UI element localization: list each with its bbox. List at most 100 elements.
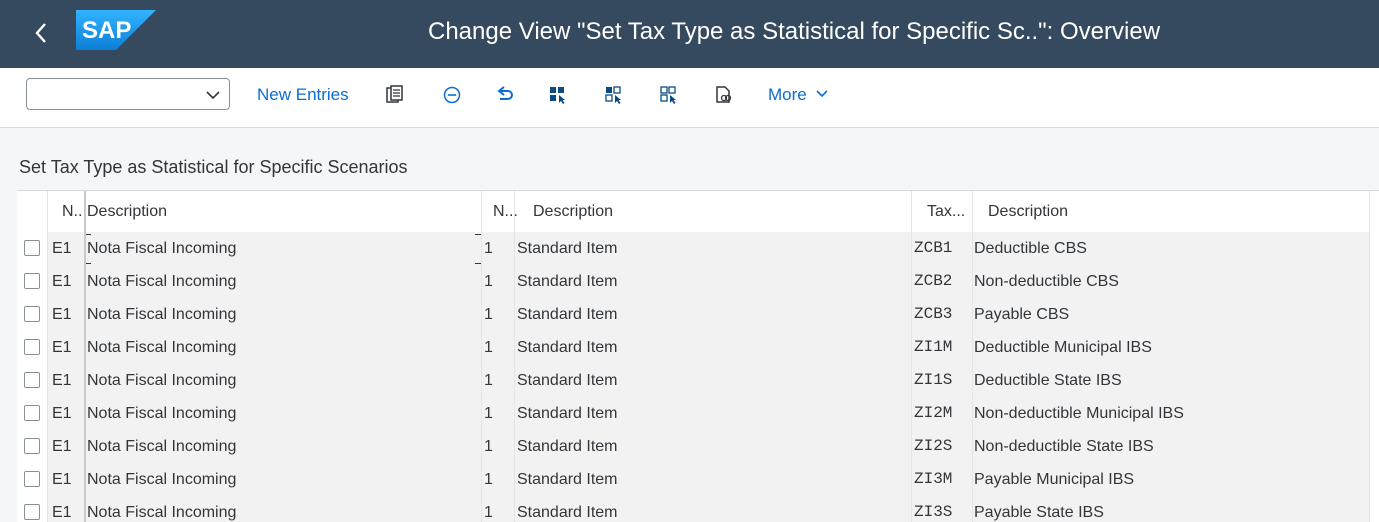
cell-tax-description[interactable]: Payable CBS	[974, 298, 1069, 331]
chevron-down-icon	[206, 91, 220, 100]
row-select-checkbox[interactable]	[24, 306, 40, 322]
cell-scenario-number[interactable]: E1	[52, 331, 72, 364]
cell-tax-description[interactable]: Payable Municipal IBS	[974, 463, 1134, 496]
details-icon[interactable]	[385, 85, 405, 105]
table-row[interactable]: E1 Nota Fiscal Incoming 1 Standard Item ZCB2…	[17, 265, 1379, 299]
cell-scenario-description[interactable]: Nota Fiscal Incoming	[87, 463, 236, 496]
cell-item-number[interactable]: 1	[484, 298, 493, 331]
row-select-checkbox[interactable]	[24, 372, 40, 388]
table-row[interactable]: E1 Nota Fiscal Incoming 1 Standard Item ZI1M…	[17, 331, 1379, 365]
cell-tax-type[interactable]: ZCB3	[914, 298, 952, 331]
delete-icon[interactable]	[442, 85, 462, 105]
cell-scenario-number[interactable]: E1	[52, 265, 72, 298]
row-select-checkbox[interactable]	[24, 405, 40, 421]
cell-tax-description[interactable]: Non-deductible Municipal IBS	[974, 397, 1184, 430]
cell-scenario-description[interactable]: Nota Fiscal Incoming	[87, 496, 236, 522]
cell-item-number[interactable]: 1	[484, 364, 493, 397]
cell-scenario-number[interactable]: E1	[52, 397, 72, 430]
cell-tax-description[interactable]: Deductible State IBS	[974, 364, 1122, 397]
variant-select[interactable]	[26, 78, 230, 110]
column-header-tax-description[interactable]: Description	[988, 191, 1068, 232]
data-table: N... Description N... Description Tax...…	[17, 190, 1379, 522]
cell-tax-description[interactable]: Payable State IBS	[974, 496, 1104, 522]
cell-tax-type[interactable]: ZCB2	[914, 265, 952, 298]
cell-item-description[interactable]: Standard Item	[517, 265, 618, 298]
cell-item-number[interactable]: 1	[484, 232, 493, 265]
cell-scenario-description[interactable]: Nota Fiscal Incoming	[87, 430, 236, 463]
deselect-all-icon[interactable]	[659, 85, 679, 105]
cell-scenario-description[interactable]: Nota Fiscal Incoming	[87, 331, 236, 364]
cell-scenario-number[interactable]: E1	[52, 430, 72, 463]
column-divider	[481, 191, 482, 522]
row-select-checkbox[interactable]	[24, 438, 40, 454]
table-row[interactable]: E1 Nota Fiscal Incoming 1 Standard Item ZCB1…	[17, 232, 1379, 266]
column-header-item-description[interactable]: Description	[533, 191, 613, 232]
cell-item-description[interactable]: Standard Item	[517, 496, 618, 522]
table-row[interactable]: E1 Nota Fiscal Incoming 1 Standard Item ZI1S…	[17, 364, 1379, 398]
more-button[interactable]: More	[768, 78, 829, 112]
cell-scenario-description[interactable]: Nota Fiscal Incoming	[87, 364, 236, 397]
cell-tax-type[interactable]: ZI3S	[914, 496, 952, 522]
cell-item-number[interactable]: 1	[484, 331, 493, 364]
cell-tax-description[interactable]: Non-deductible State IBS	[974, 430, 1154, 463]
cell-scenario-number[interactable]: E1	[52, 463, 72, 496]
chevron-left-icon	[35, 23, 46, 43]
shell-header: SAP Change View "Set Tax Type as Statist…	[0, 0, 1379, 68]
section-title: Set Tax Type as Statistical for Specific…	[19, 157, 408, 177]
new-entries-button[interactable]: New Entries	[257, 78, 349, 112]
table-row[interactable]: E1 Nota Fiscal Incoming 1 Standard Item ZI2M…	[17, 397, 1379, 431]
row-select-checkbox[interactable]	[24, 504, 40, 520]
cell-item-description[interactable]: Standard Item	[517, 430, 618, 463]
cell-scenario-number[interactable]: E1	[52, 298, 72, 331]
column-header-tax-type[interactable]: Tax...	[927, 191, 965, 232]
undo-icon[interactable]	[495, 85, 515, 105]
print-preview-icon[interactable]	[714, 85, 734, 105]
column-divider	[911, 191, 912, 522]
column-header-scenario-description[interactable]: Description	[87, 191, 167, 232]
cell-tax-type[interactable]: ZI2S	[914, 430, 952, 463]
cell-item-description[interactable]: Standard Item	[517, 331, 618, 364]
cell-tax-type[interactable]: ZI1M	[914, 331, 952, 364]
cell-tax-type[interactable]: ZI1S	[914, 364, 952, 397]
chevron-down-icon	[816, 90, 829, 98]
cell-tax-type[interactable]: ZCB1	[914, 232, 952, 265]
cell-tax-description[interactable]: Deductible CBS	[974, 232, 1087, 265]
cell-item-number[interactable]: 1	[484, 265, 493, 298]
cell-item-number[interactable]: 1	[484, 397, 493, 430]
select-all-icon[interactable]	[548, 85, 568, 105]
cell-item-number[interactable]: 1	[484, 463, 493, 496]
more-label: More	[768, 85, 807, 104]
cell-item-number[interactable]: 1	[484, 430, 493, 463]
cell-tax-description[interactable]: Non-deductible CBS	[974, 265, 1119, 298]
cell-item-description[interactable]: Standard Item	[517, 463, 618, 496]
column-divider	[514, 191, 515, 522]
cell-scenario-description[interactable]: Nota Fiscal Incoming	[87, 397, 236, 430]
sap-logo: SAP	[76, 10, 156, 50]
cell-scenario-description[interactable]: Nota Fiscal Incoming	[87, 298, 236, 331]
focus-indicator	[84, 232, 482, 264]
cell-scenario-number[interactable]: E1	[52, 364, 72, 397]
table-row[interactable]: E1 Nota Fiscal Incoming 1 Standard Item ZI3M…	[17, 463, 1379, 497]
toolbar: New Entries More	[0, 68, 1379, 128]
cell-tax-type[interactable]: ZI2M	[914, 397, 952, 430]
cell-item-description[interactable]: Standard Item	[517, 364, 618, 397]
back-button[interactable]	[30, 18, 52, 48]
row-select-checkbox[interactable]	[24, 339, 40, 355]
table-row[interactable]: E1 Nota Fiscal Incoming 1 Standard Item ZCB3…	[17, 298, 1379, 332]
cell-item-description[interactable]: Standard Item	[517, 232, 618, 265]
row-select-checkbox[interactable]	[24, 240, 40, 256]
cell-item-description[interactable]: Standard Item	[517, 298, 618, 331]
cell-scenario-number[interactable]: E1	[52, 496, 72, 522]
cell-tax-description[interactable]: Deductible Municipal IBS	[974, 331, 1152, 364]
cell-scenario-description[interactable]: Nota Fiscal Incoming	[87, 265, 236, 298]
row-select-checkbox[interactable]	[24, 471, 40, 487]
row-select-checkbox[interactable]	[24, 273, 40, 289]
cell-scenario-number[interactable]: E1	[52, 232, 72, 265]
table-row[interactable]: E1 Nota Fiscal Incoming 1 Standard Item ZI3S…	[17, 496, 1379, 522]
select-block-icon[interactable]	[604, 85, 624, 105]
cell-item-number[interactable]: 1	[484, 496, 493, 522]
cell-tax-type[interactable]: ZI3M	[914, 463, 952, 496]
table-row[interactable]: E1 Nota Fiscal Incoming 1 Standard Item ZI2S…	[17, 430, 1379, 464]
cell-item-description[interactable]: Standard Item	[517, 397, 618, 430]
column-divider	[1369, 191, 1370, 522]
